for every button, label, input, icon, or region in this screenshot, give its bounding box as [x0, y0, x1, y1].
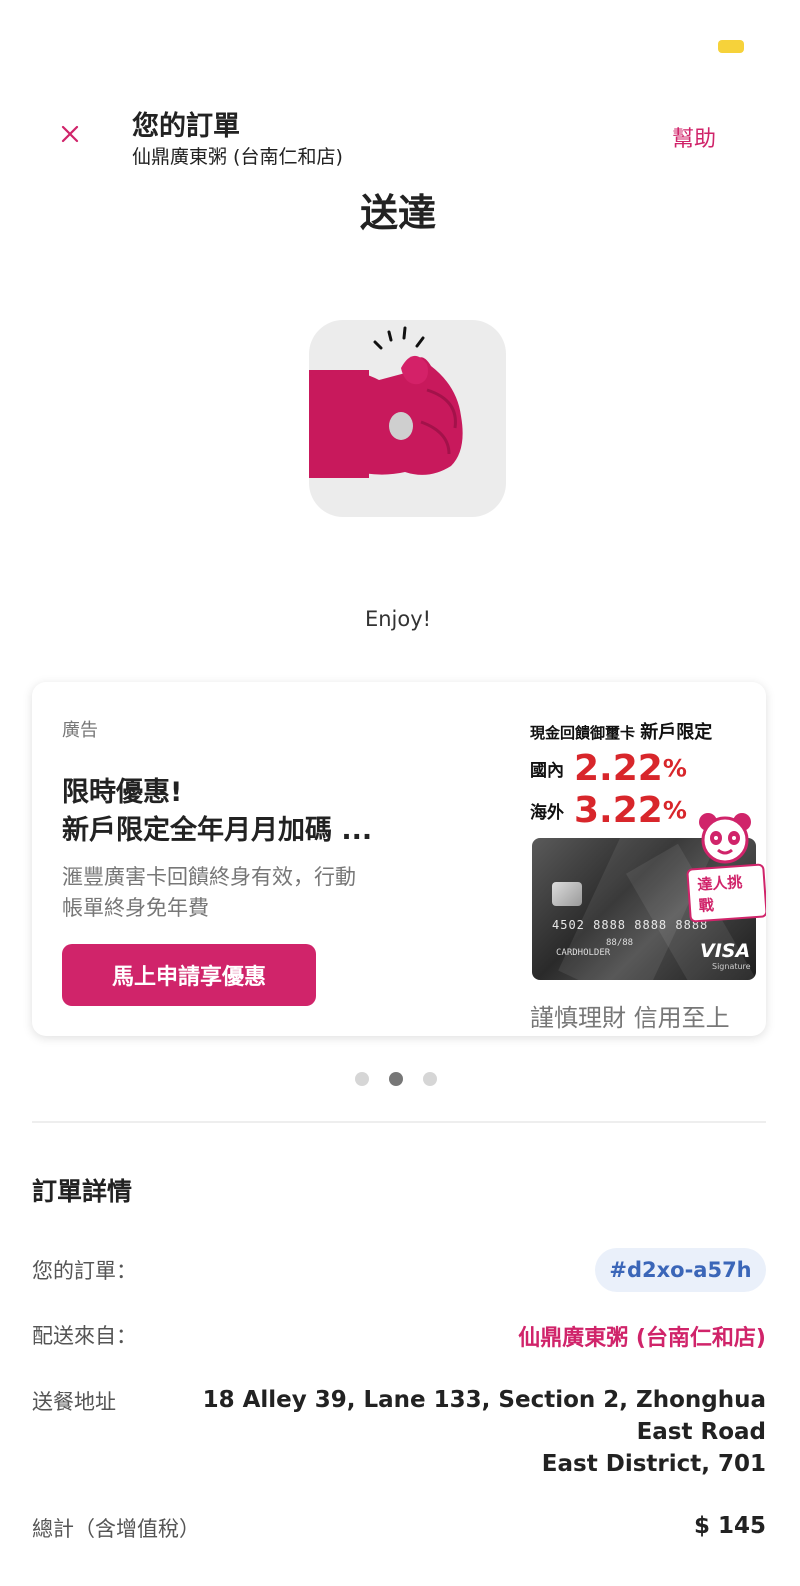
restaurant-subtitle: 仙鼎廣東粥 (台南仁和店)	[132, 146, 343, 168]
section-divider	[32, 1121, 766, 1123]
status-message: Enjoy!	[364, 607, 432, 631]
order-status-title: 送達	[359, 191, 436, 235]
hero-illustration	[309, 320, 506, 517]
address-line-1: 18 Alley 39, Lane 133, Section 2, Zhongh…	[202, 1387, 766, 1445]
help-link[interactable]: 幫助	[672, 121, 716, 153]
close-button[interactable]	[54, 118, 86, 150]
ad-label: 廣告	[62, 720, 98, 741]
domestic-rate: 2.22	[574, 748, 663, 789]
overseas-rate: 3.22	[574, 790, 663, 831]
ad-promo-heading-suffix: 新戶限定	[640, 722, 713, 743]
order-id-label: 您的訂單：	[32, 1259, 137, 1283]
carousel-dots	[355, 1072, 437, 1086]
ad-description: 滙豐廣害卡回饋終身有效，行動 帳單終身免年費	[62, 865, 356, 920]
panda-mascot-icon	[699, 813, 751, 864]
card-holder-name: CARDHOLDER	[556, 948, 611, 958]
ad-banner[interactable]: 廣告 限時優惠! 新戶限定全年月月加碼 ... 滙豐廣害卡回饋終身有效，行動 帳…	[32, 682, 766, 1036]
ad-promo-heading: 現金回饋御璽卡 新戶限定	[530, 718, 712, 744]
card-valid: 88/88	[606, 938, 634, 948]
challenge-badge: 達人挑戰	[686, 863, 766, 923]
carousel-dot[interactable]	[355, 1072, 369, 1086]
thumbs-up-paw-icon	[309, 326, 463, 478]
ad-promo-heading-prefix: 現金回饋御璽卡	[530, 724, 636, 742]
ad-title: 限時優惠! 新戶限定全年月月加碼 ...	[62, 777, 373, 846]
domestic-percent: %	[662, 754, 687, 783]
close-icon	[61, 125, 79, 143]
order-details-title: 訂單詳情	[32, 1177, 133, 1206]
total-value: $ 145	[693, 1513, 766, 1539]
card-holder: 88/88 CARDHOLDER	[556, 938, 633, 958]
card-number: 4502 8888 8888 8888	[552, 918, 709, 932]
battery-icon	[718, 40, 744, 53]
overseas-label: 海外	[530, 803, 564, 823]
address-label: 送餐地址	[32, 1390, 116, 1414]
visa-logo: VISA	[700, 940, 751, 962]
carousel-dot-active[interactable]	[389, 1072, 403, 1086]
order-id-badge[interactable]: #d2xo-a57h	[595, 1248, 766, 1292]
domestic-label: 國內	[530, 761, 564, 781]
domestic-rate-row: 國內 2.22%	[530, 748, 687, 789]
restaurant-link[interactable]: 仙鼎廣東粥 (台南仁和店)	[518, 1320, 766, 1352]
overseas-percent: %	[662, 796, 687, 825]
ad-disclaimer: 謹慎理財 信用至上	[530, 1004, 730, 1032]
address-line-2: East District, 701	[541, 1451, 766, 1477]
delivery-address: 18 Alley 39, Lane 133, Section 2, Zhongh…	[186, 1384, 766, 1480]
carousel-dot[interactable]	[423, 1072, 437, 1086]
card-chip-icon	[552, 882, 582, 906]
ad-apply-button[interactable]: 馬上申請享優惠	[62, 944, 316, 1006]
page-title: 您的訂單	[132, 111, 240, 142]
visa-signature-label: Signature	[712, 962, 751, 971]
delivery-from-label: 配送來自：	[32, 1324, 137, 1348]
total-label: 總計（含增值稅）	[32, 1517, 200, 1541]
overseas-rate-row: 海外 3.22%	[530, 790, 687, 831]
